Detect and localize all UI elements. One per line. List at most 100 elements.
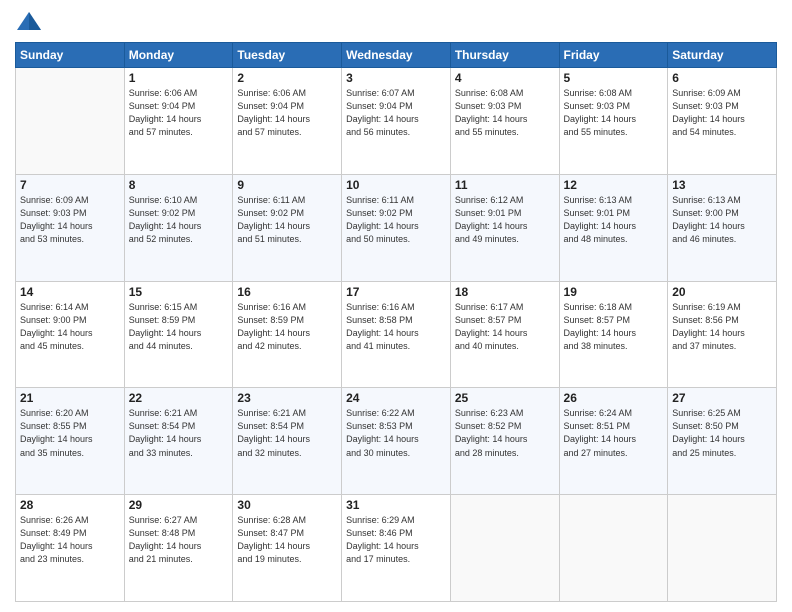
calendar-cell: 23 Sunrise: 6:21 AM Sunset: 8:54 PM Dayli… [233, 388, 342, 495]
calendar-cell: 16 Sunrise: 6:16 AM Sunset: 8:59 PM Dayli… [233, 281, 342, 388]
day-number: 5 [564, 71, 664, 85]
day-info: Sunrise: 6:27 AM Sunset: 8:48 PM Dayligh… [129, 514, 229, 566]
calendar-cell [16, 68, 125, 175]
day-info: Sunrise: 6:25 AM Sunset: 8:50 PM Dayligh… [672, 407, 772, 459]
day-info: Sunrise: 6:11 AM Sunset: 9:02 PM Dayligh… [237, 194, 337, 246]
calendar-cell: 1 Sunrise: 6:06 AM Sunset: 9:04 PM Daylig… [124, 68, 233, 175]
day-info: Sunrise: 6:29 AM Sunset: 8:46 PM Dayligh… [346, 514, 446, 566]
calendar-cell: 9 Sunrise: 6:11 AM Sunset: 9:02 PM Daylig… [233, 174, 342, 281]
calendar-cell: 8 Sunrise: 6:10 AM Sunset: 9:02 PM Daylig… [124, 174, 233, 281]
column-header-monday: Monday [124, 43, 233, 68]
day-number: 25 [455, 391, 555, 405]
calendar-cell: 2 Sunrise: 6:06 AM Sunset: 9:04 PM Daylig… [233, 68, 342, 175]
calendar-cell [668, 495, 777, 602]
day-info: Sunrise: 6:08 AM Sunset: 9:03 PM Dayligh… [455, 87, 555, 139]
calendar-cell: 29 Sunrise: 6:27 AM Sunset: 8:48 PM Dayli… [124, 495, 233, 602]
calendar-cell: 3Sunrise: 6:07 AM Sunset: 9:04 PM Daylig… [342, 68, 451, 175]
calendar-cell: 30Sunrise: 6:28 AM Sunset: 8:47 PM Dayli… [233, 495, 342, 602]
day-info: Sunrise: 6:15 AM Sunset: 8:59 PM Dayligh… [129, 301, 229, 353]
day-info: Sunrise: 6:06 AM Sunset: 9:04 PM Dayligh… [129, 87, 229, 139]
day-info: Sunrise: 6:12 AM Sunset: 9:01 PM Dayligh… [455, 194, 555, 246]
calendar-cell: 12Sunrise: 6:13 AM Sunset: 9:01 PM Dayli… [559, 174, 668, 281]
calendar-cell: 11 Sunrise: 6:12 AM Sunset: 9:01 PM Dayli… [450, 174, 559, 281]
calendar-cell: 24Sunrise: 6:22 AM Sunset: 8:53 PM Dayli… [342, 388, 451, 495]
calendar-cell: 10 Sunrise: 6:11 AM Sunset: 9:02 PM Dayli… [342, 174, 451, 281]
calendar-cell: 4 Sunrise: 6:08 AM Sunset: 9:03 PM Daylig… [450, 68, 559, 175]
day-info: Sunrise: 6:24 AM Sunset: 8:51 PM Dayligh… [564, 407, 664, 459]
page: SundayMondayTuesdayWednesdayThursdayFrid… [0, 0, 792, 612]
calendar-body: 1 Sunrise: 6:06 AM Sunset: 9:04 PM Daylig… [16, 68, 777, 602]
day-number: 16 [237, 285, 337, 299]
day-number: 26 [564, 391, 664, 405]
day-number: 9 [237, 178, 337, 192]
day-info: Sunrise: 6:06 AM Sunset: 9:04 PM Dayligh… [237, 87, 337, 139]
day-number: 8 [129, 178, 229, 192]
logo-icon [15, 10, 43, 34]
day-number: 17 [346, 285, 446, 299]
day-number: 1 [129, 71, 229, 85]
calendar-cell: 13 Sunrise: 6:13 AM Sunset: 9:00 PM Dayli… [668, 174, 777, 281]
column-header-sunday: Sunday [16, 43, 125, 68]
logo [15, 10, 47, 34]
day-number: 23 [237, 391, 337, 405]
day-number: 10 [346, 178, 446, 192]
day-number: 27 [672, 391, 772, 405]
calendar-cell: 17Sunrise: 6:16 AM Sunset: 8:58 PM Dayli… [342, 281, 451, 388]
day-info: Sunrise: 6:13 AM Sunset: 9:00 PM Dayligh… [672, 194, 772, 246]
calendar-cell [450, 495, 559, 602]
calendar-cell: 15 Sunrise: 6:15 AM Sunset: 8:59 PM Dayli… [124, 281, 233, 388]
day-number: 13 [672, 178, 772, 192]
day-number: 19 [564, 285, 664, 299]
day-info: Sunrise: 6:21 AM Sunset: 8:54 PM Dayligh… [129, 407, 229, 459]
day-number: 6 [672, 71, 772, 85]
calendar-cell: 25Sunrise: 6:23 AM Sunset: 8:52 PM Dayli… [450, 388, 559, 495]
day-info: Sunrise: 6:20 AM Sunset: 8:55 PM Dayligh… [20, 407, 120, 459]
calendar-cell: 18Sunrise: 6:17 AM Sunset: 8:57 PM Dayli… [450, 281, 559, 388]
day-number: 4 [455, 71, 555, 85]
day-info: Sunrise: 6:09 AM Sunset: 9:03 PM Dayligh… [672, 87, 772, 139]
calendar-cell: 6 Sunrise: 6:09 AM Sunset: 9:03 PM Daylig… [668, 68, 777, 175]
day-number: 21 [20, 391, 120, 405]
day-number: 31 [346, 498, 446, 512]
day-info: Sunrise: 6:14 AM Sunset: 9:00 PM Dayligh… [20, 301, 120, 353]
column-header-saturday: Saturday [668, 43, 777, 68]
day-info: Sunrise: 6:11 AM Sunset: 9:02 PM Dayligh… [346, 194, 446, 246]
calendar-table: SundayMondayTuesdayWednesdayThursdayFrid… [15, 42, 777, 602]
day-number: 7 [20, 178, 120, 192]
day-info: Sunrise: 6:10 AM Sunset: 9:02 PM Dayligh… [129, 194, 229, 246]
calendar-cell: 22 Sunrise: 6:21 AM Sunset: 8:54 PM Dayli… [124, 388, 233, 495]
header-row: SundayMondayTuesdayWednesdayThursdayFrid… [16, 43, 777, 68]
calendar-header: SundayMondayTuesdayWednesdayThursdayFrid… [16, 43, 777, 68]
day-number: 22 [129, 391, 229, 405]
day-info: Sunrise: 6:13 AM Sunset: 9:01 PM Dayligh… [564, 194, 664, 246]
calendar-cell: 26 Sunrise: 6:24 AM Sunset: 8:51 PM Dayli… [559, 388, 668, 495]
calendar-row-4: 28 Sunrise: 6:26 AM Sunset: 8:49 PM Dayli… [16, 495, 777, 602]
calendar-cell: 31 Sunrise: 6:29 AM Sunset: 8:46 PM Dayli… [342, 495, 451, 602]
calendar-cell: 14 Sunrise: 6:14 AM Sunset: 9:00 PM Dayli… [16, 281, 125, 388]
day-number: 29 [129, 498, 229, 512]
day-number: 18 [455, 285, 555, 299]
day-info: Sunrise: 6:16 AM Sunset: 8:59 PM Dayligh… [237, 301, 337, 353]
day-number: 2 [237, 71, 337, 85]
day-info: Sunrise: 6:07 AM Sunset: 9:04 PM Dayligh… [346, 87, 446, 139]
calendar-cell: 5 Sunrise: 6:08 AM Sunset: 9:03 PM Daylig… [559, 68, 668, 175]
calendar-cell: 21 Sunrise: 6:20 AM Sunset: 8:55 PM Dayli… [16, 388, 125, 495]
calendar-row-1: 7 Sunrise: 6:09 AM Sunset: 9:03 PM Daylig… [16, 174, 777, 281]
day-info: Sunrise: 6:09 AM Sunset: 9:03 PM Dayligh… [20, 194, 120, 246]
day-number: 20 [672, 285, 772, 299]
calendar-cell: 27 Sunrise: 6:25 AM Sunset: 8:50 PM Dayli… [668, 388, 777, 495]
calendar-cell [559, 495, 668, 602]
calendar-cell: 19Sunrise: 6:18 AM Sunset: 8:57 PM Dayli… [559, 281, 668, 388]
header [15, 10, 777, 34]
calendar-cell: 20Sunrise: 6:19 AM Sunset: 8:56 PM Dayli… [668, 281, 777, 388]
day-number: 28 [20, 498, 120, 512]
day-info: Sunrise: 6:21 AM Sunset: 8:54 PM Dayligh… [237, 407, 337, 459]
calendar-cell: 7 Sunrise: 6:09 AM Sunset: 9:03 PM Daylig… [16, 174, 125, 281]
day-number: 30 [237, 498, 337, 512]
day-number: 14 [20, 285, 120, 299]
column-header-friday: Friday [559, 43, 668, 68]
day-number: 15 [129, 285, 229, 299]
day-number: 11 [455, 178, 555, 192]
day-info: Sunrise: 6:26 AM Sunset: 8:49 PM Dayligh… [20, 514, 120, 566]
day-info: Sunrise: 6:08 AM Sunset: 9:03 PM Dayligh… [564, 87, 664, 139]
